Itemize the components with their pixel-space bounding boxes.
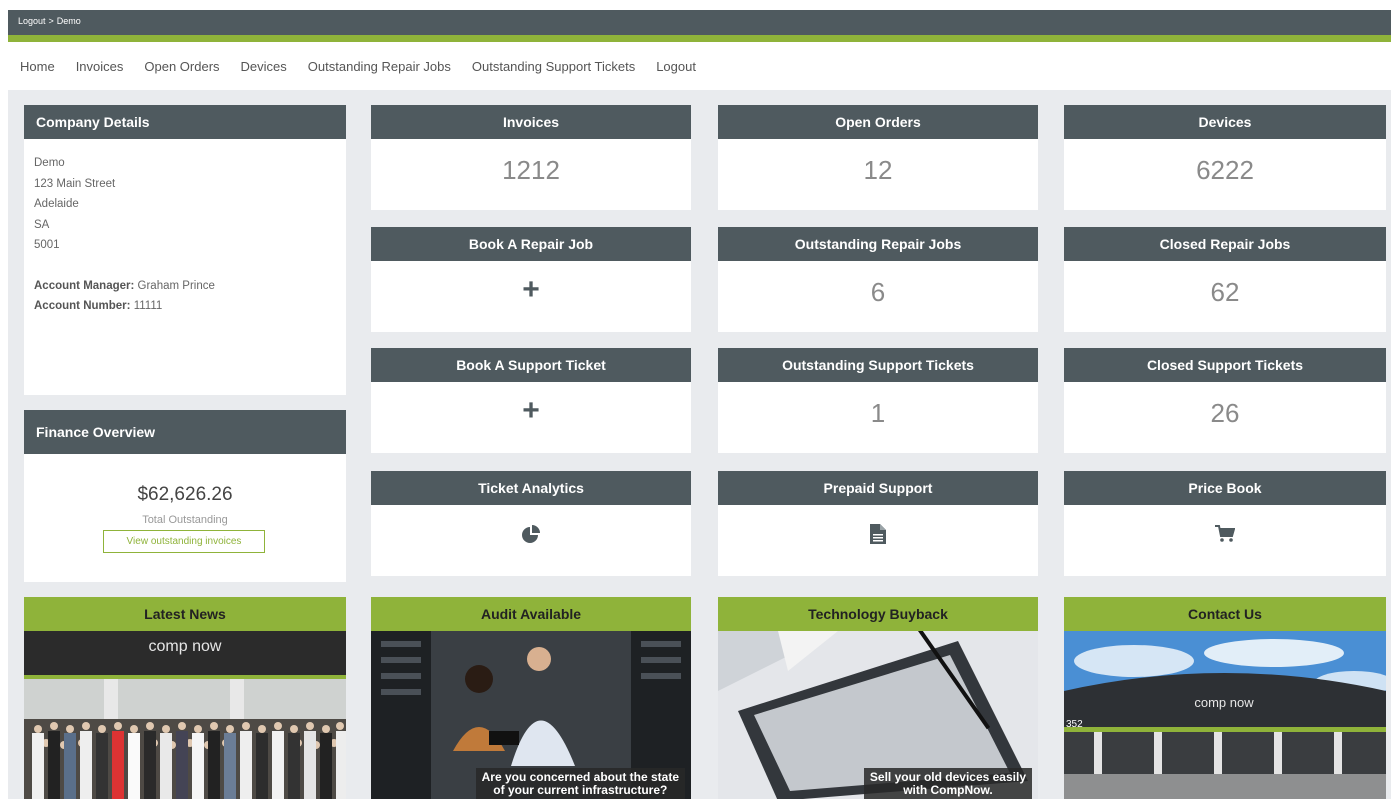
book-support-ticket-tile[interactable]: Book A Support Ticket +: [371, 348, 691, 453]
buyback-caption: Sell your old devices easily with CompNo…: [863, 768, 1032, 799]
book-repair-job-tile-title: Book A Repair Job: [371, 227, 691, 261]
contact-us-image[interactable]: comp now 352: [1064, 631, 1386, 799]
outstanding-support-tickets-count: 1: [870, 398, 886, 428]
finance-overview-title: Finance Overview: [24, 410, 346, 454]
technology-buyback-title: Technology Buyback: [718, 597, 1038, 631]
nav-open-orders[interactable]: Open Orders: [144, 59, 219, 74]
account-number-value: 11111: [133, 300, 163, 312]
devices-tile[interactable]: Devices 6222: [1064, 105, 1386, 210]
company-city: Adelaide: [34, 198, 79, 210]
account-manager-value: Graham Prince: [137, 279, 215, 292]
account-number-row: Account Number: 11111: [34, 296, 215, 317]
tile-icon-wrap: [1064, 525, 1386, 543]
ticket-analytics-tile[interactable]: Ticket Analytics: [371, 471, 691, 576]
nav-invoices[interactable]: Invoices: [76, 59, 124, 74]
invoices-tile-title: Invoices: [371, 105, 691, 139]
audit-caption: Are you concerned about the state of you…: [475, 768, 685, 799]
company-name: Demo: [34, 157, 65, 169]
closed-support-tickets-tile-title: Closed Support Tickets: [1064, 348, 1386, 382]
invoices-tile[interactable]: Invoices 1212: [371, 105, 691, 210]
audit-caption-line-2: of your current infrastructure?: [493, 783, 668, 797]
street-number-text: 352: [1066, 719, 1083, 730]
company-address: Demo 123 Main Street Adelaide SA 5001 Ac…: [34, 153, 215, 317]
open-orders-tile-title: Open Orders: [718, 105, 1038, 139]
nav-outstanding-repair-jobs[interactable]: Outstanding Repair Jobs: [308, 59, 451, 74]
devices-tile-title: Devices: [1064, 105, 1386, 139]
office-building-photo-image: comp now 352: [1064, 631, 1386, 799]
account-number-label: Account Number:: [34, 300, 131, 312]
closed-repair-jobs-tile[interactable]: Closed Repair Jobs 62: [1064, 227, 1386, 332]
nav-logout[interactable]: Logout: [656, 59, 696, 74]
outstanding-repair-jobs-tile[interactable]: Outstanding Repair Jobs 6: [718, 227, 1038, 332]
company-details-panel: Company Details Demo 123 Main Street Ade…: [24, 105, 346, 395]
nav-devices[interactable]: Devices: [241, 59, 287, 74]
top-bar: Logout > Demo: [8, 10, 1391, 35]
company-street: 123 Main Street: [34, 177, 116, 190]
book-repair-job-tile[interactable]: Book A Repair Job +: [371, 227, 691, 332]
company-details-title: Company Details: [24, 105, 346, 139]
contact-us-title: Contact Us: [1064, 597, 1386, 631]
shopping-cart-icon: [1215, 525, 1235, 542]
contact-us-card[interactable]: Contact Us comp now 352: [1064, 597, 1386, 799]
tile-icon-wrap: +: [371, 394, 691, 427]
account-manager-row: Account Manager: Graham Prince: [34, 276, 215, 297]
outstanding-support-tickets-tile[interactable]: Outstanding Support Tickets 1: [718, 348, 1038, 453]
tile-icon-wrap: +: [371, 273, 691, 306]
finance-overview-panel: Finance Overview $62,626.26 Total Outsta…: [24, 410, 346, 582]
open-orders-count: 12: [863, 155, 893, 185]
accent-divider: [8, 35, 1391, 42]
pie-chart-icon: [522, 525, 540, 543]
latest-news-image[interactable]: comp now: [24, 631, 346, 799]
dashboard-page: Logout > Demo Home Invoices Open Orders De…: [8, 10, 1391, 799]
technology-buyback-card[interactable]: Technology Buyback Sell your old devices…: [718, 597, 1038, 799]
outstanding-support-tickets-tile-title: Outstanding Support Tickets: [718, 348, 1038, 382]
audit-available-image[interactable]: Are you concerned about the state of you…: [371, 631, 691, 799]
staff-photo-image: comp now: [24, 631, 346, 799]
breadcrumb-separator: >: [48, 16, 54, 26]
prepaid-support-tile[interactable]: Prepaid Support: [718, 471, 1038, 576]
outstanding-repair-jobs-tile-title: Outstanding Repair Jobs: [718, 227, 1038, 261]
total-outstanding-label: Total Outstanding: [142, 514, 228, 526]
account-manager-label: Account Manager:: [34, 279, 135, 292]
closed-support-tickets-tile[interactable]: Closed Support Tickets 26: [1064, 348, 1386, 453]
tile-icon-wrap: [371, 525, 691, 545]
price-book-tile[interactable]: Price Book: [1064, 471, 1386, 576]
view-outstanding-invoices-button[interactable]: View outstanding invoices: [103, 530, 265, 553]
technology-buyback-image[interactable]: Sell your old devices easily with CompNo…: [718, 631, 1038, 799]
latest-news-card[interactable]: Latest News comp now: [24, 597, 346, 799]
plus-icon: +: [522, 273, 540, 306]
book-support-ticket-tile-title: Book A Support Ticket: [371, 348, 691, 382]
breadcrumb: Logout > Demo: [18, 16, 81, 26]
company-state: SA: [34, 218, 50, 231]
latest-news-title: Latest News: [24, 597, 346, 631]
ticket-analytics-tile-title: Ticket Analytics: [371, 471, 691, 505]
contact-logo-text: comp now: [1194, 695, 1254, 710]
closed-repair-jobs-tile-title: Closed Repair Jobs: [1064, 227, 1386, 261]
devices-count: 6222: [1196, 155, 1254, 185]
open-orders-tile[interactable]: Open Orders 12: [718, 105, 1038, 210]
prepaid-support-tile-title: Prepaid Support: [718, 471, 1038, 505]
breadcrumb-current: Demo: [56, 16, 81, 26]
closed-repair-jobs-count: 62: [1210, 277, 1240, 307]
document-icon: [870, 524, 886, 544]
breadcrumb-logout-link[interactable]: Logout: [18, 16, 46, 26]
audit-available-title: Audit Available: [371, 597, 691, 631]
total-outstanding-amount: $62,626.26: [137, 484, 233, 505]
company-postcode: 5001: [34, 239, 60, 251]
closed-support-tickets-count: 26: [1210, 398, 1240, 428]
tile-icon-wrap: [718, 524, 1038, 544]
price-book-tile-title: Price Book: [1064, 471, 1386, 505]
latest-news-logo-text: comp now: [149, 638, 222, 655]
invoices-count: 1212: [502, 155, 560, 185]
nav-outstanding-support-tickets[interactable]: Outstanding Support Tickets: [472, 59, 635, 74]
buyback-caption-line-2: with CompNow.: [903, 783, 993, 797]
main-nav: Home Invoices Open Orders Devices Outsta…: [8, 42, 1391, 90]
audit-available-card[interactable]: Audit Available Are you concerned about …: [371, 597, 691, 799]
outstanding-repair-jobs-count: 6: [870, 277, 886, 307]
plus-icon: +: [522, 394, 540, 427]
nav-home[interactable]: Home: [20, 59, 55, 74]
